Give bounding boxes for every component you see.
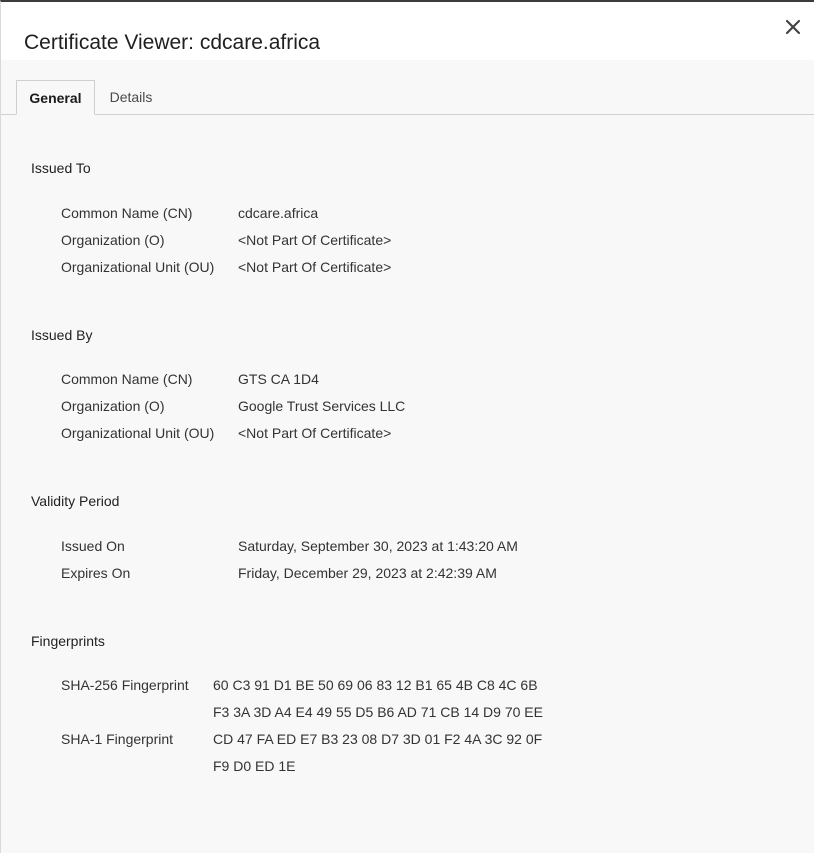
issued-by-ou-value: <Not Part Of Certificate> [238,425,392,441]
tab-bar: General Details [1,80,814,115]
issued-by-o-label: Organization (O) [61,398,165,414]
issued-on-label: Issued On [61,538,125,554]
issued-to-ou-label: Organizational Unit (OU) [61,259,215,275]
issued-by-ou-label: Organizational Unit (OU) [61,425,215,441]
validity-heading: Validity Period [31,493,120,509]
dialog-header: Certificate Viewer: cdcare.africa [1,2,814,60]
issued-to-o-label: Organization (O) [61,232,165,248]
sha1-value-line2: F9 D0 ED 1E [213,758,296,774]
issued-by-o-value: Google Trust Services LLC [238,398,406,414]
tab-details[interactable]: Details [101,80,161,114]
issued-to-ou-value: <Not Part Of Certificate> [238,259,392,275]
sha256-value-line1: 60 C3 91 D1 BE 50 69 06 83 12 B1 65 4B C… [213,677,538,693]
issued-by-cn-value: GTS CA 1D4 [238,371,319,387]
issued-to-o-value: <Not Part Of Certificate> [238,232,392,248]
close-icon [785,19,801,35]
close-button[interactable] [781,15,805,39]
expires-on-value: Friday, December 29, 2023 at 2:42:39 AM [238,565,497,581]
sha256-value-line2: F3 3A 3D A4 E4 49 55 D5 B6 AD 71 CB 14 D… [213,704,543,720]
dialog-title: Certificate Viewer: cdcare.africa [24,31,321,54]
sha256-label: SHA-256 Fingerprint [61,677,189,693]
issued-to-cn-value: cdcare.africa [238,205,319,221]
issued-by-cn-label: Common Name (CN) [61,371,193,387]
issued-on-value: Saturday, September 30, 2023 at 1:43:20 … [238,538,518,554]
issued-to-heading: Issued To [31,160,91,176]
tab-general[interactable]: General [16,80,95,115]
sha1-label: SHA-1 Fingerprint [61,731,174,747]
issued-to-cn-label: Common Name (CN) [61,205,193,221]
sha1-value-line1: CD 47 FA ED E7 B3 23 08 D7 3D 01 F2 4A 3… [213,731,543,747]
issued-by-heading: Issued By [31,327,93,343]
fingerprints-heading: Fingerprints [31,633,105,649]
certificate-viewer-dialog: Certificate Viewer: cdcare.africa Genera… [0,0,814,853]
expires-on-label: Expires On [61,565,131,581]
